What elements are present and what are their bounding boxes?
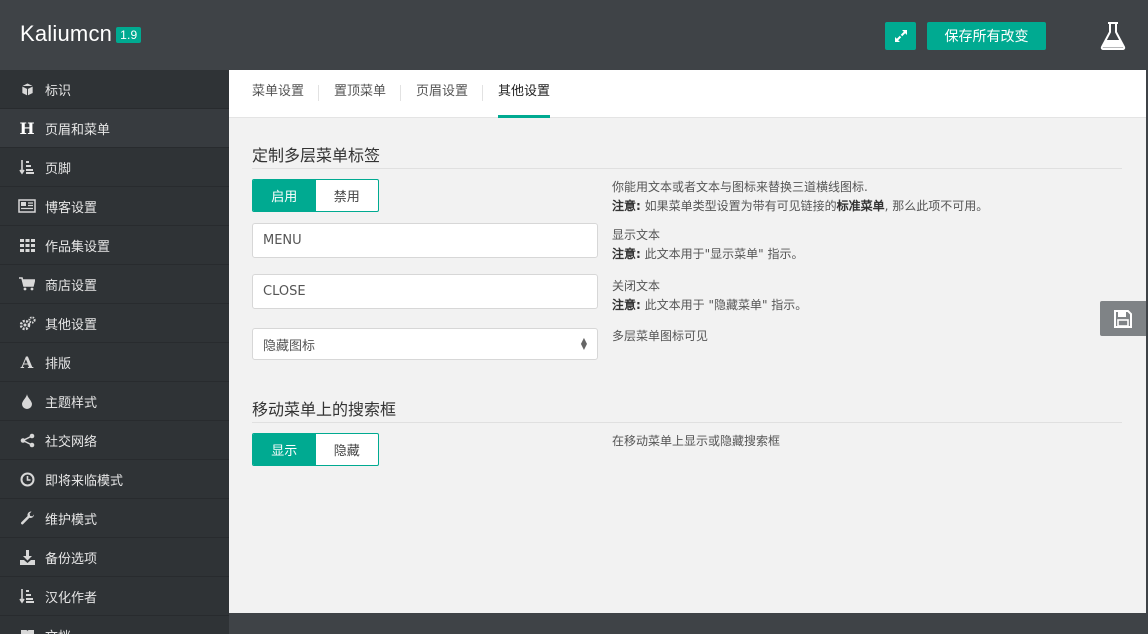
sort-amount-icon <box>18 159 36 175</box>
tab-sticky-menu[interactable]: 置顶菜单 <box>334 70 386 118</box>
sidebar-item-blog[interactable]: 博客设置 <box>0 187 229 226</box>
sidebar-item-label: 页脚 <box>45 161 72 177</box>
disable-option[interactable]: 禁用 <box>316 180 379 211</box>
close-text-input[interactable] <box>252 274 598 309</box>
expand-icon <box>894 30 907 42</box>
font-icon: A <box>20 352 34 372</box>
tab-other-settings[interactable]: 其他设置 <box>498 70 551 118</box>
select-caret-icon: ▲ ▼ <box>580 336 587 351</box>
sidebar-item-label: 排版 <box>45 356 72 372</box>
tint-icon <box>18 393 36 409</box>
desc-line: 你能用文本或者文本与图标来替换三道横线图标. <box>612 180 868 194</box>
sidebar-item-docs[interactable]: 文档 <box>0 616 229 634</box>
menu-label-toggle: 启用 禁用 <box>252 179 379 212</box>
desc-note: 注意: 此文本用于"显示菜单" 指示。 <box>612 245 804 264</box>
note-text: 此文本用于"显示菜单" 指示。 <box>644 247 804 261</box>
note-bold: 标准菜单 <box>836 199 885 213</box>
section-title-menu-label: 定制多层菜单标签 <box>252 146 381 165</box>
note-label: 注意: <box>612 199 641 213</box>
icon-visibility-description: 多层菜单图标可见 <box>612 329 709 343</box>
top-header: Kaliumcn 1.9 保存所有改变 <box>0 0 1148 70</box>
note-text-post: , 那么此项不可用。 <box>884 199 989 213</box>
mobile-search-description: 在移动菜单上显示或隐藏搜索框 <box>612 434 781 448</box>
desc-note: 注意: 此文本用于 "隐藏菜单" 指示。 <box>612 296 807 315</box>
section-title-mobile-search: 移动菜单上的搜索框 <box>252 400 397 419</box>
sidebar-item-theme-style[interactable]: 主题样式 <box>0 382 229 421</box>
tab-divider <box>400 85 401 101</box>
note-text: 此文本用于 "隐藏菜单" 指示。 <box>644 298 808 312</box>
sidebar-item-social[interactable]: 社交网络 <box>0 421 229 460</box>
flask-icon[interactable] <box>1097 20 1129 52</box>
sidebar-item-header-menu[interactable]: H 页眉和菜单 <box>0 109 229 148</box>
desc-note: 注意: 如果菜单类型设置为带有可见链接的标准菜单, 那么此项不可用。 <box>612 197 988 216</box>
desc-line: 显示文本 <box>612 228 661 242</box>
section-divider <box>252 422 1122 423</box>
cart-icon <box>18 276 36 292</box>
sidebar-item-logo[interactable]: 标识 <box>0 70 229 109</box>
sidebar-item-label: 即将来临模式 <box>45 473 124 489</box>
book-icon <box>18 627 36 634</box>
expand-button[interactable] <box>885 22 916 50</box>
show-option[interactable]: 显示 <box>253 434 316 465</box>
sidebar-item-label: 主题样式 <box>45 395 98 411</box>
sidebar-item-label: 备份选项 <box>45 551 98 567</box>
section-divider <box>252 168 1122 169</box>
gears-icon <box>18 315 36 331</box>
sidebar-item-backup[interactable]: 备份选项 <box>0 538 229 577</box>
note-text: 如果菜单类型设置为带有可见链接的 <box>644 199 837 213</box>
cube-icon <box>18 81 36 97</box>
sidebar-item-label: 维护模式 <box>45 512 98 528</box>
sidebar-item-maintenance[interactable]: 维护模式 <box>0 499 229 538</box>
main-panel: 菜单设置 置顶菜单 页眉设置 其他设置 定制多层菜单标签 启用 禁用 你能用文本… <box>229 70 1146 613</box>
select-value: 隐藏图标 <box>263 338 316 354</box>
sidebar-item-translator[interactable]: 汉化作者 <box>0 577 229 616</box>
tab-bar: 菜单设置 置顶菜单 页眉设置 其他设置 <box>229 70 1146 118</box>
version-badge: 1.9 <box>116 27 142 43</box>
sidebar-item-label: 社交网络 <box>45 434 98 450</box>
sidebar: 标识 H 页眉和菜单 页脚 博客设置 作品集设置 商店设置 其他设置 A 排版 … <box>0 70 229 634</box>
note-label: 注意: <box>612 298 641 312</box>
sort-amount-icon <box>18 588 36 604</box>
tab-menu-settings[interactable]: 菜单设置 <box>252 70 304 118</box>
mobile-search-toggle: 显示 隐藏 <box>252 433 379 466</box>
sidebar-item-portfolio[interactable]: 作品集设置 <box>0 226 229 265</box>
tab-divider <box>318 85 319 101</box>
enable-option[interactable]: 启用 <box>253 180 316 211</box>
sidebar-item-label: 汉化作者 <box>45 590 98 606</box>
hide-option[interactable]: 隐藏 <box>316 434 379 465</box>
share-icon <box>18 432 36 448</box>
newspaper-icon <box>18 198 36 214</box>
close-text-description: 关闭文本 注意: 此文本用于 "隐藏菜单" 指示。 <box>612 277 807 315</box>
sidebar-item-label: 标识 <box>45 83 72 99</box>
sidebar-item-shop[interactable]: 商店设置 <box>0 265 229 304</box>
brand-name: Kaliumcn <box>20 21 113 46</box>
download-icon <box>18 549 36 565</box>
floppy-disk-icon <box>1114 309 1132 328</box>
open-text-input[interactable] <box>252 223 598 258</box>
icon-visibility-select[interactable]: 隐藏图标 ▲ ▼ <box>252 328 598 360</box>
sidebar-item-label: 博客设置 <box>45 200 98 216</box>
clock-icon <box>18 471 36 487</box>
sidebar-item-coming-soon[interactable]: 即将来临模式 <box>0 460 229 499</box>
sidebar-item-label: 作品集设置 <box>45 239 111 255</box>
wrench-icon <box>18 510 36 526</box>
sidebar-item-label: 商店设置 <box>45 278 98 294</box>
tab-header-settings[interactable]: 页眉设置 <box>416 70 468 118</box>
sidebar-item-label: 其他设置 <box>45 317 98 333</box>
sidebar-item-other[interactable]: 其他设置 <box>0 304 229 343</box>
floating-save-button[interactable] <box>1100 301 1146 336</box>
header-icon: H <box>19 118 35 138</box>
brand: Kaliumcn 1.9 <box>20 21 142 47</box>
sidebar-item-label: 文档 <box>45 626 71 634</box>
menu-label-description: 你能用文本或者文本与图标来替换三道横线图标. 注意: 如果菜单类型设置为带有可见… <box>612 178 988 216</box>
note-label: 注意: <box>612 247 641 261</box>
sidebar-item-typography[interactable]: A 排版 <box>0 343 229 382</box>
open-text-description: 显示文本 注意: 此文本用于"显示菜单" 指示。 <box>612 226 804 264</box>
sidebar-item-footer[interactable]: 页脚 <box>0 148 229 187</box>
save-all-button[interactable]: 保存所有改变 <box>927 22 1046 50</box>
tab-divider <box>482 85 483 101</box>
desc-line: 关闭文本 <box>612 279 661 293</box>
sidebar-item-label: 页眉和菜单 <box>45 122 111 138</box>
grid-icon <box>18 237 36 253</box>
